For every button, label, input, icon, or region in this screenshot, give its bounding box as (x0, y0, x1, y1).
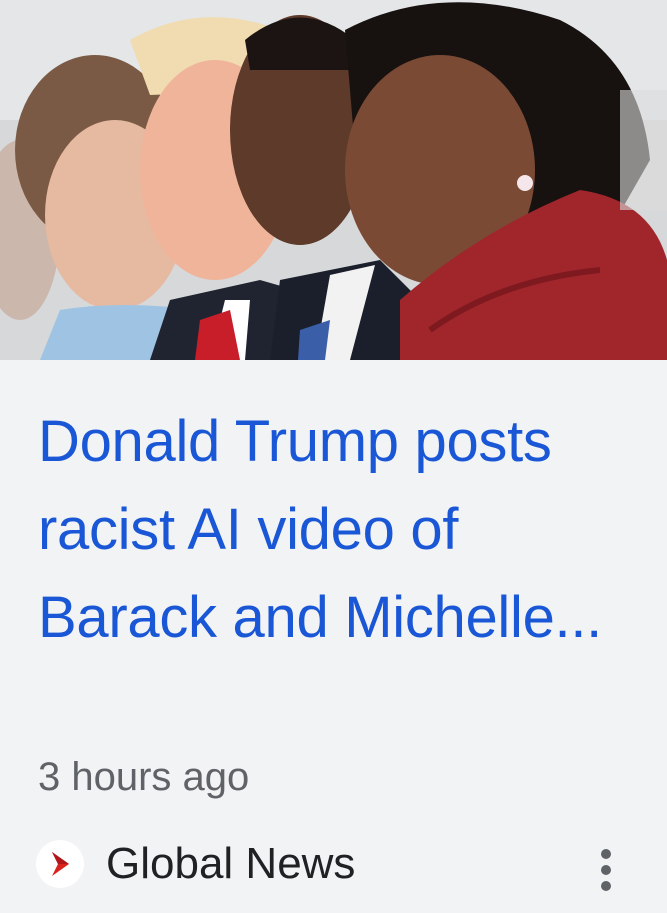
source-attribution[interactable]: Global News (36, 834, 355, 894)
article-timestamp: 3 hours ago (38, 755, 250, 799)
more-options-button[interactable] (586, 840, 626, 900)
thumbnail-illustration (0, 0, 667, 360)
more-vert-icon (601, 849, 611, 891)
news-card[interactable]: Donald Trump posts racist AI video of Ba… (0, 0, 667, 913)
article-headline[interactable]: Donald Trump posts racist AI video of Ba… (38, 398, 638, 662)
article-thumbnail[interactable] (0, 0, 667, 360)
global-news-logo-icon (36, 840, 84, 888)
source-name: Global News (106, 839, 356, 888)
